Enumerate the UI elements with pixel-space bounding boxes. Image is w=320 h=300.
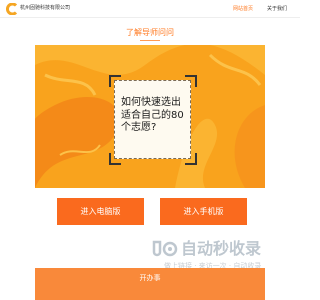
corner-bracket	[109, 75, 121, 87]
bottom-panel: 开办事	[35, 268, 265, 300]
section-title: 了解导师问问	[0, 28, 300, 41]
nav-home[interactable]: 网站首页	[227, 0, 259, 18]
enter-pc-version-button[interactable]: 进入电脑版	[57, 198, 144, 225]
hero-banner: 如何快速选出适合自己的80个志愿?	[35, 45, 265, 188]
hero-question: 如何快速选出适合自己的80个志愿?	[121, 97, 184, 133]
brand-c-logo-icon[interactable]	[6, 3, 18, 15]
nav-about-us[interactable]: 关于我们	[261, 0, 293, 18]
enter-mobile-version-button[interactable]: 进入手机版	[160, 198, 247, 225]
tool-badge-icon	[150, 240, 180, 258]
corner-bracket	[185, 153, 197, 165]
header: 杭州固驰科技有限公司 网站首页 关于我们	[0, 0, 300, 18]
company-name[interactable]: 杭州固驰科技有限公司	[20, 5, 70, 12]
corner-bracket	[185, 75, 197, 87]
watermark-main-text: 自动秒收录	[181, 239, 262, 258]
bottom-panel-title: 开办事	[139, 274, 161, 282]
corner-bracket	[109, 153, 121, 165]
